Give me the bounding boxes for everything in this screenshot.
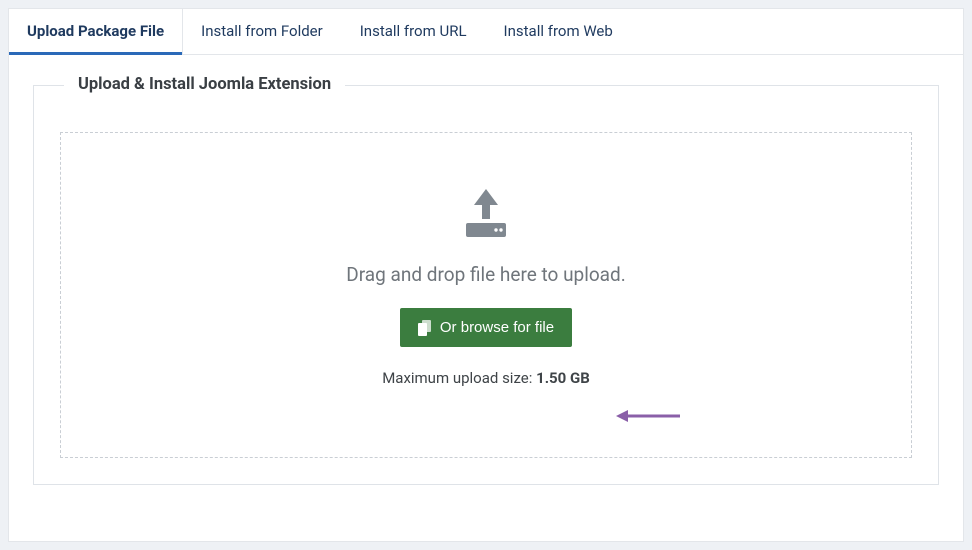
fieldset-legend: Upload & Install Joomla Extension bbox=[64, 75, 345, 94]
max-upload-label: Maximum upload size: bbox=[382, 369, 536, 387]
upload-fieldset: Upload & Install Joomla Extension Drag a… bbox=[33, 85, 939, 485]
max-upload-size: Maximum upload size: 1.50 GB bbox=[81, 369, 891, 387]
dropzone-instruction: Drag and drop file here to upload. bbox=[81, 263, 891, 286]
browse-file-button[interactable]: Or browse for file bbox=[400, 308, 572, 347]
tab-label: Install from Web bbox=[504, 22, 613, 40]
installer-panel: Upload Package File Install from Folder … bbox=[8, 8, 964, 542]
tab-upload-package-file[interactable]: Upload Package File bbox=[9, 9, 183, 54]
copy-icon bbox=[418, 320, 432, 336]
tab-label: Install from Folder bbox=[201, 22, 323, 40]
browse-button-label: Or browse for file bbox=[440, 319, 554, 336]
file-dropzone[interactable]: Drag and drop file here to upload. Or br… bbox=[60, 132, 912, 458]
tab-label: Install from URL bbox=[360, 22, 467, 40]
tab-label: Upload Package File bbox=[27, 22, 164, 40]
tab-content: Upload & Install Joomla Extension Drag a… bbox=[9, 55, 963, 509]
install-tabs: Upload Package File Install from Folder … bbox=[9, 9, 963, 55]
upload-icon bbox=[456, 189, 516, 241]
tab-install-from-url[interactable]: Install from URL bbox=[342, 9, 486, 54]
tab-install-from-folder[interactable]: Install from Folder bbox=[183, 9, 342, 54]
max-upload-value: 1.50 GB bbox=[536, 369, 590, 387]
annotation-arrow-icon bbox=[616, 409, 680, 423]
tab-install-from-web[interactable]: Install from Web bbox=[486, 9, 632, 54]
